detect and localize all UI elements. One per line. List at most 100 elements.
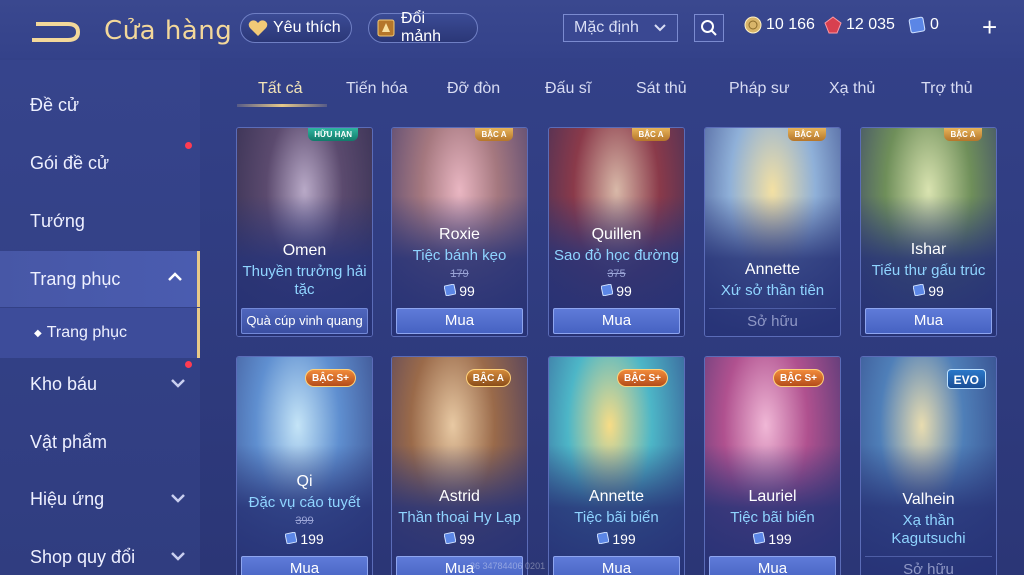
skin-card[interactable]: BẬC S+ Annette Tiệc bãi biển 199 Mua <box>548 356 685 575</box>
sidebar-item-recommended-packs[interactable]: Gói đề cử <box>0 136 200 190</box>
shard-exchange-button[interactable]: Đổi mảnh <box>368 10 478 45</box>
ruby-value: 12 035 <box>846 16 895 33</box>
buy-button[interactable]: Mua <box>241 556 368 575</box>
sidebar-item-treasure[interactable]: Kho báu <box>0 357 200 411</box>
reward-button[interactable]: Quà cúp vinh quang <box>241 308 368 334</box>
old-price: 399 <box>295 515 314 527</box>
skin-name: Thần thoại Hy Lạp <box>398 509 521 526</box>
sidebar-item-label: Shop quy đổi <box>30 546 136 567</box>
tier-badge: BẬC S+ <box>617 369 668 387</box>
sidebar-item-label: Trang phục <box>46 324 128 341</box>
buy-button[interactable]: Mua <box>553 556 680 575</box>
ruby-balance: 12 035 <box>824 16 895 34</box>
hero-name: Annette <box>744 261 801 278</box>
skin-card[interactable]: BẬC A Astrid Thần thoại Hy Lạp 99 Mua <box>391 356 528 575</box>
price-value: 99 <box>616 283 632 299</box>
tab-assassin[interactable]: Sát thủ <box>636 80 687 98</box>
skin-name: Tiệc bãi biển <box>574 509 659 526</box>
notification-dot <box>185 361 192 368</box>
skin-card[interactable]: BẬC S+ Qi Đặc vụ cáo tuyết 399 199 Mua <box>236 356 373 575</box>
price-value: 199 <box>300 531 324 547</box>
add-currency-button[interactable]: + <box>982 14 997 40</box>
price: 199 <box>705 531 840 547</box>
skin-card[interactable]: BẬC S+ Lauriel Tiệc bãi biển 199 Mua <box>704 356 841 575</box>
sidebar-item-skins[interactable]: Trang phục <box>0 251 200 307</box>
sidebar-item-exchange-shop[interactable]: Shop quy đổi <box>0 530 200 575</box>
tab-fighter[interactable]: Đấu sĩ <box>545 80 591 98</box>
back-button[interactable] <box>28 18 84 46</box>
voucher-icon <box>753 531 766 547</box>
price: 99 <box>392 283 527 299</box>
skin-card[interactable]: EVO Valhein Xạ thần Kagutsuchi Sở hữu <box>860 356 997 575</box>
sidebar-subitem-skins[interactable]: ◆ Trang phục <box>0 308 200 358</box>
tier-badge: BẬC A <box>475 128 513 141</box>
buy-button[interactable]: Mua <box>553 308 680 334</box>
buy-button[interactable]: Mua <box>709 556 836 575</box>
skin-card[interactable]: BẬC A Roxie Tiệc bánh kẹo 179 99 Mua <box>391 127 528 337</box>
gold-balance: 10 166 <box>744 16 815 34</box>
tab-all[interactable]: Tất cả <box>258 80 302 98</box>
tab-mage[interactable]: Pháp sư <box>729 80 790 98</box>
price-value: 199 <box>768 531 792 547</box>
buy-button[interactable]: Mua <box>865 308 992 334</box>
owned-label: Sở hữu <box>865 556 992 575</box>
favorites-button[interactable]: Yêu thích <box>240 13 352 43</box>
voucher-icon <box>912 283 926 299</box>
skin-name: Xứ sở thần tiên <box>720 282 825 299</box>
tier-badge: BẬC A <box>632 128 670 141</box>
tab-tank[interactable]: Đỡ đòn <box>447 80 500 98</box>
tier-badge: BẬC A <box>465 369 511 387</box>
voucher-icon <box>600 283 614 299</box>
skin-name: Tiệc bãi biển <box>730 509 815 526</box>
tier-badge: BẬC A <box>788 128 826 141</box>
hero-name: Annette <box>588 488 645 505</box>
voucher-icon <box>443 283 457 299</box>
sidebar-item-label: Đề cử <box>30 94 80 115</box>
sidebar: Đề cử Gói đề cử Tướng Trang phục ◆ Trang… <box>0 60 200 575</box>
tier-badge: BẬC S+ <box>305 369 356 387</box>
voucher-icon <box>443 531 457 547</box>
skin-card[interactable]: BẬC A Annette Xứ sở thần tiên Sở hữu <box>704 127 841 337</box>
tier-badge: BẬC A <box>944 128 982 141</box>
hero-name: Quillen <box>591 226 642 243</box>
watermark-text: 36 34784406 0201 <box>470 561 546 571</box>
price-value: 99 <box>459 531 475 547</box>
sidebar-item-label: Gói đề cử <box>30 152 110 173</box>
sidebar-item-heroes[interactable]: Tướng <box>0 194 200 248</box>
tab-marksman[interactable]: Xạ thủ <box>829 80 875 98</box>
page-title: Cửa hàng <box>104 16 233 46</box>
old-price: 375 <box>607 268 626 280</box>
tab-evolution[interactable]: Tiến hóa <box>346 80 408 98</box>
price-value: 99 <box>459 283 475 299</box>
sidebar-item-effects[interactable]: Hiệu ứng <box>0 472 200 526</box>
chevron-down-icon <box>171 552 185 561</box>
search-button[interactable] <box>694 14 724 42</box>
skin-name: Thuyền trưởng hải tặc <box>241 263 368 299</box>
skin-name-line: Thuyền trưởng hải <box>242 263 367 280</box>
skin-card[interactable]: BẬC A Ishar Tiểu thư gấu trúc 99 Mua <box>860 127 997 337</box>
old-price: 179 <box>450 268 469 280</box>
sidebar-item-items[interactable]: Vật phẩm <box>0 415 200 469</box>
sort-dropdown[interactable]: Mặc định <box>563 14 678 42</box>
shard-icon <box>375 17 397 39</box>
sidebar-item-label: Hiệu ứng <box>30 488 105 509</box>
hero-name: Valhein <box>902 491 955 508</box>
skin-name-line: Kagutsuchi <box>891 530 966 547</box>
sidebar-item-recommended[interactable]: Đề cử <box>0 78 200 132</box>
chevron-down-icon <box>171 379 185 388</box>
skin-card[interactable]: BẬC A Quillen Sao đỏ học đường 375 99 Mu… <box>548 127 685 337</box>
chevron-down-icon <box>171 494 185 503</box>
skin-card[interactable]: HỮU HẠN Omen Thuyền trưởng hải tặc Quà c… <box>236 127 373 337</box>
skin-name-line: Xạ thần <box>902 512 955 529</box>
skin-name-line: tặc <box>294 281 315 298</box>
buy-button[interactable]: Mua <box>396 308 523 334</box>
voucher-balance: 0 <box>908 16 939 34</box>
owned-label: Sở hữu <box>709 308 836 334</box>
price: 199 <box>549 531 684 547</box>
price-value: 199 <box>612 531 636 547</box>
sort-value: Mặc định <box>574 19 639 36</box>
tab-support[interactable]: Trợ thủ <box>921 80 973 98</box>
top-bar: Cửa hàng Yêu thích Đổi mảnh Mặc định 10 … <box>0 0 1024 58</box>
search-icon <box>701 20 717 36</box>
skin-name: Tiểu thư gấu trúc <box>871 262 986 279</box>
